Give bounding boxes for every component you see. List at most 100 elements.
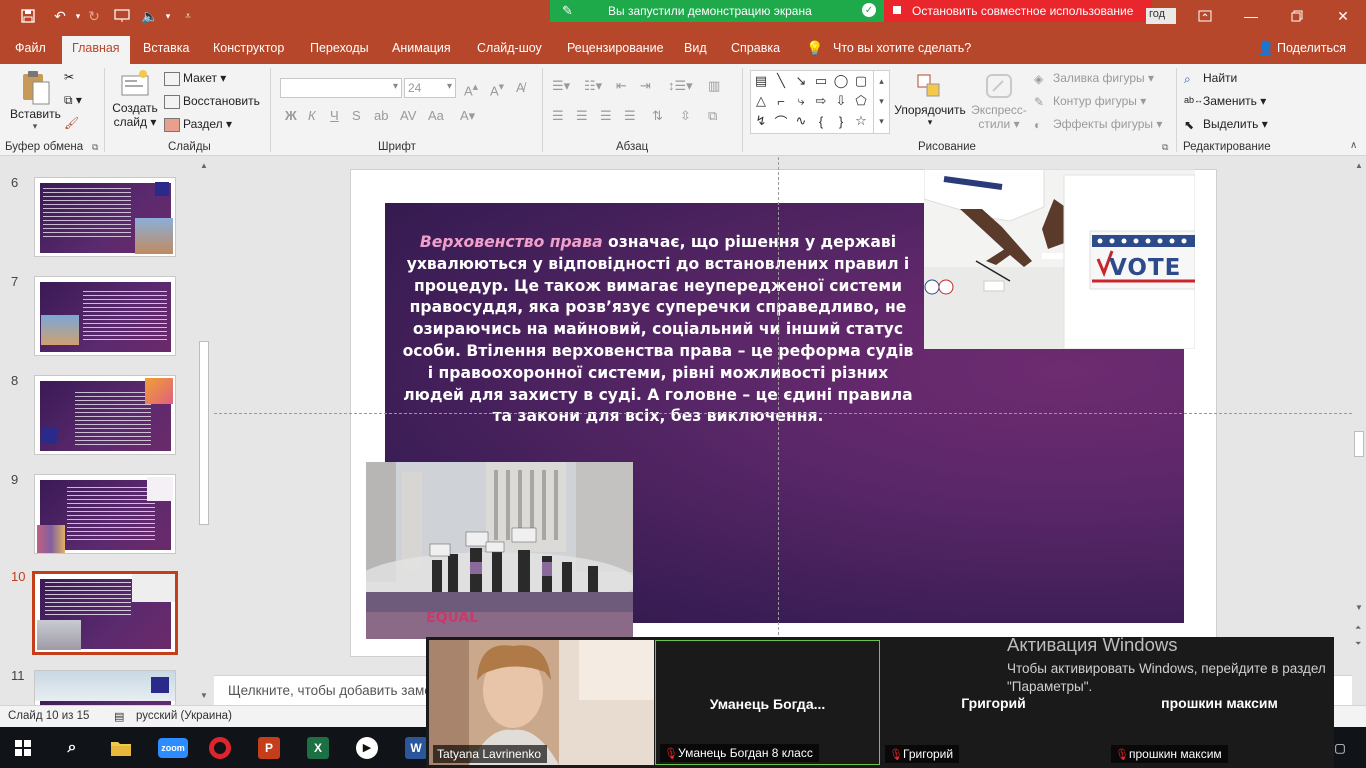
elbow-connector-icon[interactable]: ⌐ xyxy=(773,93,789,109)
ribbon-display-icon[interactable] xyxy=(1182,0,1228,32)
lightbulb-icon[interactable]: 💡 xyxy=(806,40,823,57)
account-partial[interactable]: год xyxy=(1146,8,1176,24)
justify-icon[interactable]: ☰ xyxy=(624,108,636,124)
minimize-icon[interactable]: — xyxy=(1228,0,1274,32)
present-icon[interactable] xyxy=(112,6,132,26)
shapes-gallery[interactable]: ▤ ╲ ↘ ▭ ◯ ▢ △ ⌐ ⤷ ⇨ ⇩ ⬠ ↯ ⌒ ∿ { } ☆ ▴ ▾ ▾ xyxy=(750,70,890,134)
align-center-icon[interactable]: ☰ xyxy=(576,108,588,124)
scroll-up-icon[interactable]: ▲ xyxy=(1355,161,1363,170)
gallery-scroll[interactable]: ▴ ▾ ▾ xyxy=(873,71,889,133)
slide-thumbnail[interactable] xyxy=(34,276,176,356)
shape-effects-button[interactable]: ◐ Эффекты фигуры ▾ xyxy=(1034,117,1162,132)
arrange-button[interactable]: Упорядочить ▾ xyxy=(894,72,966,128)
tell-me-search[interactable]: Что вы хотите сделать? xyxy=(833,41,971,55)
decrease-font-icon[interactable]: A▾ xyxy=(490,80,504,98)
wave-shape-icon[interactable]: ∿ xyxy=(793,113,809,129)
collapse-ribbon-icon[interactable]: ∧ xyxy=(1350,140,1357,151)
align-right-icon[interactable]: ☰ xyxy=(600,108,612,124)
columns-icon[interactable]: ▥ xyxy=(708,78,720,94)
dialog-launcher-icon[interactable]: ⧉ xyxy=(1162,142,1168,153)
replace-button[interactable]: ab↔Заменить ▾ xyxy=(1184,94,1266,109)
strikethrough-button[interactable]: S xyxy=(352,108,361,123)
tab-design[interactable]: Конструктор xyxy=(213,41,284,55)
scroll-thumb[interactable] xyxy=(1354,431,1364,457)
slide-thumbnail[interactable] xyxy=(34,177,176,257)
increase-font-icon[interactable]: A▴ xyxy=(464,80,478,98)
new-slide-button[interactable]: Создать слайд ▾ xyxy=(110,68,160,129)
right-arrow-shape-icon[interactable]: ⇨ xyxy=(813,93,829,109)
restore-icon[interactable] xyxy=(1274,0,1320,32)
numbering-icon[interactable]: ☷▾ xyxy=(584,78,602,94)
thumbnails-scrollbar[interactable]: ▲ ▼ xyxy=(197,157,211,705)
bullets-icon[interactable]: ☰▾ xyxy=(552,78,570,94)
windows-start-icon[interactable] xyxy=(10,735,36,761)
layout-button[interactable]: Макет ▾ xyxy=(164,71,226,86)
char-spacing-icon[interactable]: AV xyxy=(400,108,416,123)
slide-thumbnail-active[interactable] xyxy=(32,571,178,655)
smartart-icon[interactable]: ⧉ xyxy=(708,108,717,124)
protest-photo[interactable]: EQUAL xyxy=(366,462,633,639)
tab-home[interactable]: Главная xyxy=(62,36,130,64)
person-share-icon[interactable]: 👤 xyxy=(1257,40,1274,57)
shape-outline-button[interactable]: ✎ Контур фигуры ▾ xyxy=(1034,94,1146,109)
tab-insert[interactable]: Вставка xyxy=(143,41,189,55)
save-icon[interactable] xyxy=(18,6,38,26)
tab-review[interactable]: Рецензирование xyxy=(567,41,664,55)
redo-icon[interactable]: ↻ xyxy=(84,6,104,26)
opera-icon[interactable] xyxy=(207,735,233,761)
cut-icon[interactable]: ✂ xyxy=(64,70,74,84)
find-button[interactable]: ⌕ Найти xyxy=(1184,71,1237,86)
text-direction-icon[interactable]: ⇅ xyxy=(652,108,663,124)
zoom-participant-tile[interactable]: Tatyana Lavrinenko xyxy=(429,640,654,765)
slide-thumbnail[interactable] xyxy=(34,474,176,554)
tab-transitions[interactable]: Переходы xyxy=(310,41,369,55)
underline-button[interactable]: Ч xyxy=(330,108,339,123)
arrow-shape-icon[interactable]: ↘ xyxy=(793,73,809,89)
scroll-down-icon[interactable]: ▼ xyxy=(1355,603,1363,612)
align-left-icon[interactable]: ☰ xyxy=(552,108,564,124)
next-slide-icon[interactable]: ⏷ xyxy=(1355,639,1361,649)
slide-thumbnail[interactable] xyxy=(34,375,176,455)
security-shield-icon[interactable]: ✓ xyxy=(862,3,876,17)
slide-body-text[interactable]: Верховенство права означає, що рішення у… xyxy=(401,232,915,428)
curve-shape-icon[interactable]: ↯ xyxy=(753,113,769,129)
section-button[interactable]: Раздел ▾ xyxy=(164,117,232,132)
tab-view[interactable]: Вид xyxy=(684,41,707,55)
voting-photo[interactable]: VOTE xyxy=(924,169,1195,349)
decrease-indent-icon[interactable]: ⇤ xyxy=(616,78,627,94)
down-arrow-shape-icon[interactable]: ⇩ xyxy=(833,93,849,109)
italic-button[interactable]: К xyxy=(308,108,316,123)
elbow-arrow-icon[interactable]: ⤷ xyxy=(793,93,809,109)
speaker-icon[interactable]: 🔈 xyxy=(140,6,160,26)
dialog-launcher-icon[interactable]: ⧉ xyxy=(92,142,98,153)
font-size-combo[interactable]: 24 ▾ xyxy=(404,78,456,98)
stop-sharing-button[interactable]: Остановить совместное использование xyxy=(884,0,1152,22)
brace-right-icon[interactable]: } xyxy=(833,113,849,129)
change-case-icon[interactable]: Aa xyxy=(428,108,444,123)
scroll-up-icon[interactable]: ▲ xyxy=(200,161,208,170)
font-name-combo[interactable]: ▾ xyxy=(280,78,402,98)
media-player-icon[interactable]: ▶ xyxy=(354,735,380,761)
rounded-rect-shape-icon[interactable]: ▢ xyxy=(853,73,869,89)
quick-styles-button[interactable]: Экспресс- стили ▾ xyxy=(968,72,1030,131)
share-button[interactable]: Поделиться xyxy=(1277,41,1346,55)
excel-icon[interactable]: X xyxy=(305,735,331,761)
file-explorer-icon[interactable] xyxy=(108,735,134,761)
paste-button[interactable]: Вставить ▾ xyxy=(10,70,61,132)
textbox-shape-icon[interactable]: ▤ xyxy=(753,73,769,89)
zoom-participant-tile[interactable]: Уманець Богда... 🎙 Уманець Богдан 8 класс xyxy=(655,640,880,765)
shadow-icon[interactable]: ab xyxy=(374,108,388,123)
slide-thumbnail[interactable] xyxy=(34,670,176,705)
align-text-icon[interactable]: ⇳ xyxy=(680,108,691,124)
triangle-shape-icon[interactable]: △ xyxy=(753,93,769,109)
customize-qat-icon[interactable]: ⩡ xyxy=(178,6,198,26)
rectangle-shape-icon[interactable]: ▭ xyxy=(813,73,829,89)
star-shape-icon[interactable]: ☆ xyxy=(853,113,869,129)
oval-shape-icon[interactable]: ◯ xyxy=(833,73,849,89)
speaker-dropdown-icon[interactable]: ▾ xyxy=(158,6,178,26)
clear-formatting-icon[interactable]: A̸ xyxy=(516,80,525,95)
format-painter-icon[interactable]: 🖌 xyxy=(64,116,79,130)
editor-scrollbar[interactable]: ▲ ▼ ⏶ ⏷ xyxy=(1352,157,1366,705)
undo-icon[interactable]: ↶ xyxy=(50,6,70,26)
tab-animations[interactable]: Анимация xyxy=(392,41,451,55)
